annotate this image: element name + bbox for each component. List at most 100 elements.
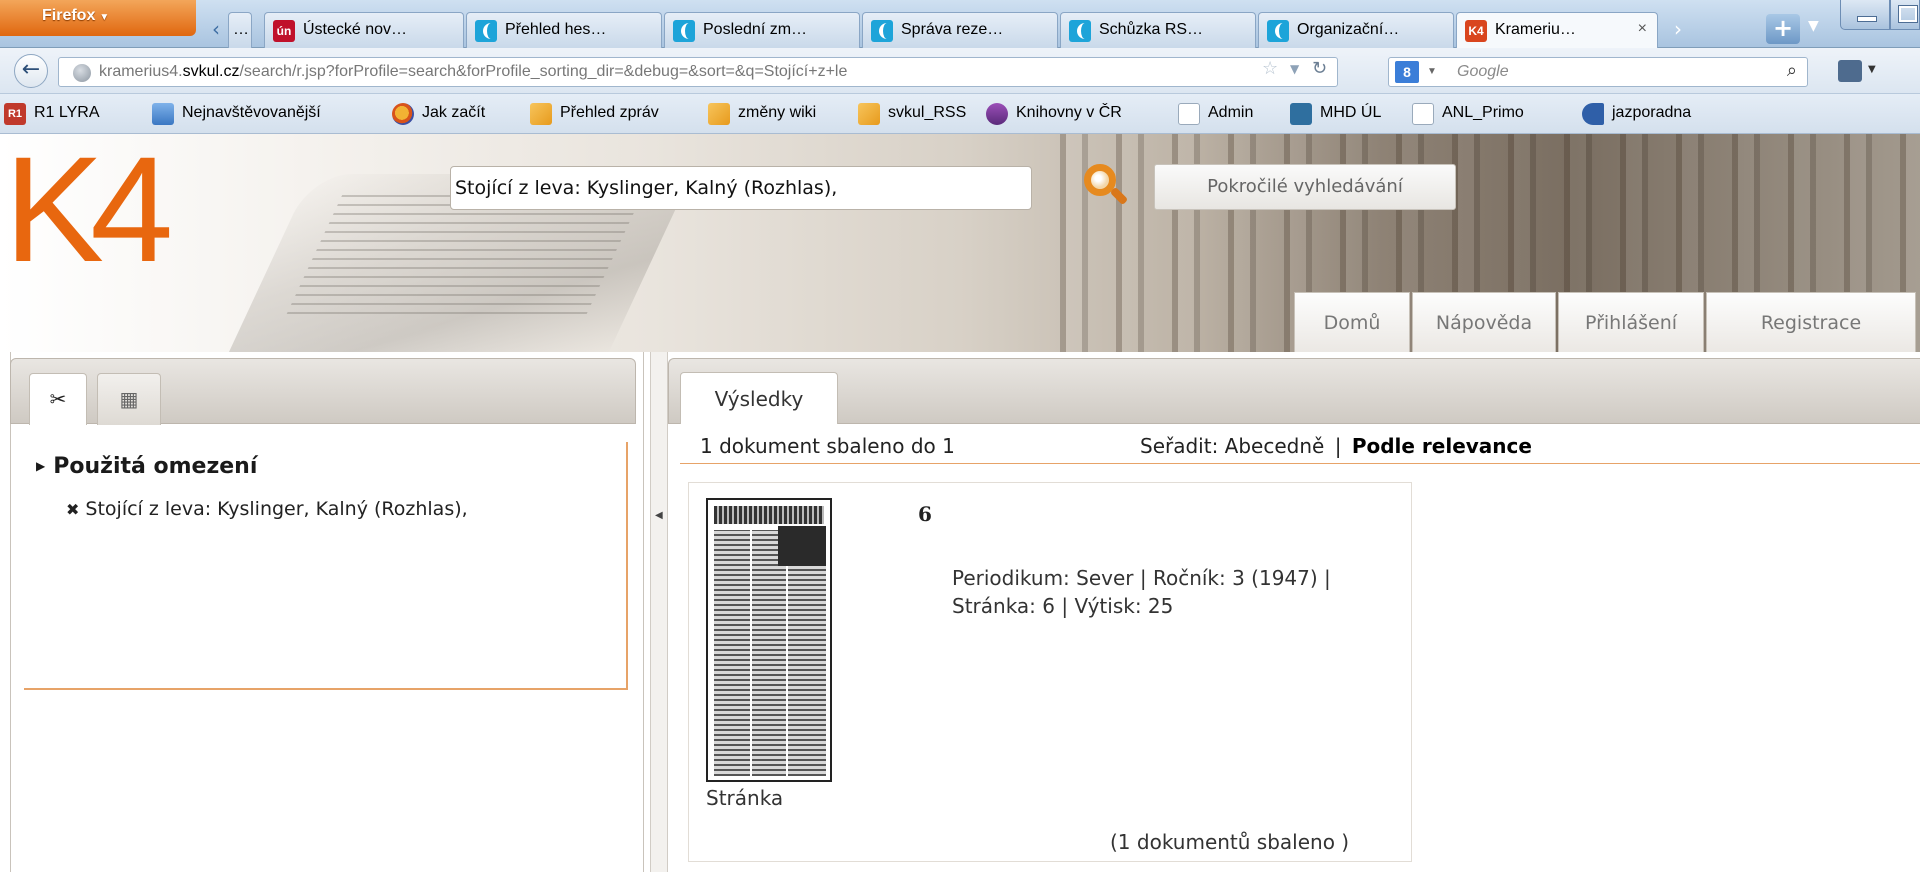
reload-icon[interactable]: ↻ (1312, 58, 1327, 79)
bookmark-star-icon[interactable]: ☆ (1262, 58, 1278, 79)
bookmark-knihovny[interactable]: Knihovny v ČR (986, 103, 1122, 125)
blank-page-icon (1178, 103, 1200, 125)
plus-icon: + (1772, 14, 1794, 42)
query-input[interactable]: Stojící z leva: Kyslinger, Kalný (Rozhla… (450, 166, 1032, 210)
close-icon[interactable]: × (1638, 20, 1647, 38)
bookmark-nejnavstevovanejsi[interactable]: Nejnavštěvovanější (152, 103, 321, 125)
minimize-button[interactable] (1840, 0, 1890, 30)
tab-prehled-hesel[interactable]: Přehled hes… (466, 12, 662, 48)
thumb-photo (778, 526, 826, 566)
bookmark-label: Jak začít (422, 104, 486, 121)
tab-list-chevron-icon[interactable]: ▼ (1808, 18, 1819, 34)
bookmark-anl-primo[interactable]: ANL_Primo (1412, 103, 1524, 125)
browser-nav-bar: ← kramerius4.svkul.cz/search/r.jsp?forPr… (0, 48, 1920, 94)
bookmark-prehled-zprav[interactable]: Přehled zpráv (530, 103, 659, 125)
confluence-favicon-icon (1267, 20, 1289, 42)
tab-label: Schůzka RS… (1099, 21, 1204, 38)
rss-icon (708, 103, 730, 125)
document-type: Stránka (706, 786, 784, 810)
search-placeholder: Google (1457, 63, 1509, 80)
tab-overflow[interactable]: … (228, 12, 252, 48)
bookmark-svkul-rss[interactable]: svkul_RSS (858, 103, 967, 125)
firefox-menu-button[interactable]: Firefox ▼ (0, 0, 196, 36)
bookmark-label: Přehled zpráv (560, 104, 659, 121)
collapse-arrow-icon[interactable]: ◀ (655, 510, 663, 521)
k4-logo[interactable]: K4 (0, 134, 200, 284)
document-metadata: Periodikum: Sever | Ročník: 3 (1947) | S… (952, 566, 1331, 618)
blank-page-icon (1412, 103, 1434, 125)
results-tab-bar (668, 358, 1920, 424)
bookmark-admin[interactable]: Admin (1178, 103, 1254, 125)
grid-icon (1290, 103, 1312, 125)
tab-kramerius[interactable]: K4 Krameriu… × (1456, 12, 1658, 48)
bookmarks-menu-icon[interactable] (1838, 60, 1862, 82)
remove-filter-icon[interactable]: ✖ (66, 500, 79, 519)
bookmark-jak-zacit[interactable]: Jak začít (392, 103, 486, 125)
sort-relevance[interactable]: Podle relevance (1352, 434, 1532, 458)
back-arrow-icon: ← (21, 57, 41, 82)
tab-scroll-left-icon[interactable]: ‹ (204, 16, 228, 42)
search-icon[interactable]: ⌕ (1787, 60, 1797, 81)
bookmarks-chevron-icon[interactable]: ▼ (1868, 64, 1876, 75)
advanced-search-button[interactable]: Pokročilé vyhledávání (1154, 164, 1456, 210)
url-path: /search/r.jsp?forProfile=search&forProfi… (239, 63, 848, 80)
nav-register[interactable]: Registrace (1706, 292, 1916, 352)
sort-alphabetical[interactable]: Abecedně (1225, 434, 1325, 458)
bookmark-label: ANL_Primo (1442, 104, 1524, 121)
document-thumbnail[interactable] (706, 498, 832, 782)
calendar-icon[interactable]: ▦ (97, 373, 161, 425)
sort-controls: Seřadit: Abecedně | Podle relevance (1140, 434, 1532, 458)
tab-scroll-right-icon[interactable]: › (1666, 16, 1690, 42)
rss-icon (530, 103, 552, 125)
back-button[interactable]: ← (14, 54, 48, 88)
tab-organizacni[interactable]: Organizační… (1258, 12, 1454, 48)
results-count: 1 dokument sbaleno do 1 (700, 434, 955, 458)
panel-splitter[interactable]: ◀ (650, 352, 668, 872)
bookmark-r1-lyra[interactable]: R1 R1 LYRA (4, 103, 100, 125)
tab-results[interactable]: Výsledky (680, 372, 838, 424)
search-engine-icon[interactable]: 8 (1395, 61, 1419, 83)
applied-filters-box (24, 442, 628, 690)
bookmark-zmeny-wiki[interactable]: změny wiki (708, 103, 816, 125)
applied-filters-title[interactable]: ▶ Použitá omezení (36, 454, 257, 479)
bookmark-label: R1 LYRA (34, 104, 100, 121)
new-tab-button[interactable]: + (1766, 14, 1800, 44)
tab-label: … (233, 21, 249, 38)
results-toolbar: 1 dokument sbaleno do 1 Seřadit: Abecedn… (680, 424, 1920, 464)
confluence-favicon-icon (1069, 20, 1091, 42)
tab-schuzka[interactable]: Schůzka RS… (1060, 12, 1256, 48)
confluence-favicon-icon (673, 20, 695, 42)
bookmark-label: svkul_RSS (888, 104, 967, 121)
url-history-chevron-icon[interactable]: ▼ (1290, 62, 1299, 76)
un-favicon-icon: ún (273, 20, 295, 42)
triangle-right-icon: ▶ (36, 459, 46, 473)
web-search-input[interactable]: 8 ▼ Google ⌕ (1388, 57, 1808, 87)
url-domain-prefix: kramerius4. (99, 63, 183, 80)
tab-sprava-rezervaci[interactable]: Správa reze… (862, 12, 1058, 48)
nav-home[interactable]: Domů (1294, 292, 1410, 352)
bookmark-label: Admin (1208, 104, 1254, 121)
url-bar[interactable]: kramerius4.svkul.cz/search/r.jsp?forProf… (58, 57, 1338, 87)
firefox-icon (392, 103, 414, 125)
tab-label: Přehled hes… (505, 21, 607, 38)
sort-label: Seřadit: (1140, 434, 1219, 458)
collapsed-count[interactable]: (1 dokumentů sbaleno ) (1110, 830, 1349, 854)
tab-posledni-zmeny[interactable]: Poslední zm… (664, 12, 860, 48)
nav-help[interactable]: Nápověda (1412, 292, 1556, 352)
nav-login[interactable]: Přihlášení (1558, 292, 1704, 352)
thumb-masthead (714, 506, 824, 524)
magnifier-handle (1109, 186, 1129, 206)
confluence-favicon-icon (871, 20, 893, 42)
search-button[interactable] (1082, 162, 1129, 208)
site-header: K4 Stojící z leva: Kyslinger, Kalný (Roz… (0, 134, 1920, 352)
bookmark-mhd-ul[interactable]: MHD ÚL (1290, 103, 1381, 125)
bookmark-jazporadna[interactable]: jazporadna (1582, 103, 1691, 125)
scissors-icon[interactable]: ✂ (29, 373, 87, 425)
search-engine-chevron-icon[interactable]: ▼ (1427, 66, 1437, 77)
maximize-button[interactable] (1890, 0, 1920, 30)
bookmarks-bar: R1 R1 LYRA Nejnavštěvovanější Jak začít P… (0, 94, 1920, 134)
tab-ustecke[interactable]: ún Ústecké nov… (264, 12, 464, 48)
tab-label: Organizační… (1297, 21, 1400, 38)
document-title[interactable]: 6 (918, 502, 932, 526)
tab-label: Ústecké nov… (303, 21, 408, 38)
